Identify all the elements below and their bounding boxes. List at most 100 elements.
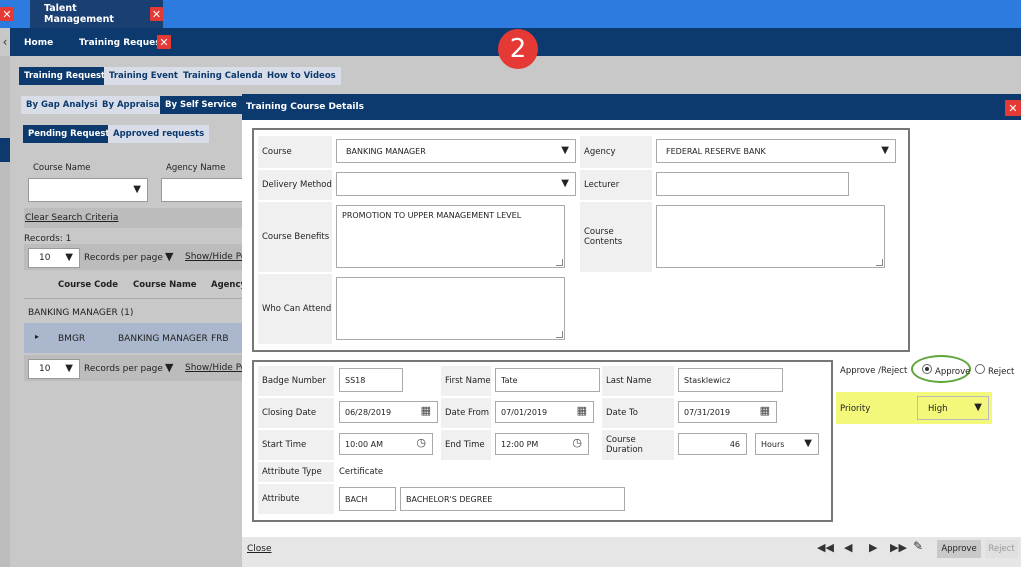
date-to-input[interactable]: 07/31/2019 ▦ bbox=[678, 401, 777, 423]
radio-dot bbox=[925, 367, 929, 371]
priority-select[interactable]: High ▼ bbox=[917, 396, 989, 420]
attribute-label: Attribute bbox=[258, 484, 334, 514]
agency-select[interactable]: FEDERAL RESERVE BANK ▼ bbox=[656, 139, 896, 163]
tab-pending-requests[interactable]: Pending Requests bbox=[23, 125, 120, 143]
delivery-method-select[interactable]: ▼ bbox=[336, 172, 576, 196]
column-agency[interactable]: Agency bbox=[211, 280, 246, 290]
priority-label: Priority bbox=[840, 404, 871, 414]
filter-appraisal[interactable]: By Appraisal bbox=[97, 96, 168, 114]
end-time-input[interactable]: 12:00 PM ◷ bbox=[495, 433, 589, 455]
reject-radio-label[interactable]: Reject bbox=[988, 367, 1014, 377]
approve-reject-label: Approve /Reject bbox=[840, 366, 908, 376]
course-label: Course bbox=[258, 136, 332, 168]
close-link[interactable]: Close bbox=[247, 544, 272, 554]
show-hide-link-bottom[interactable]: Show/Hide Po bbox=[185, 363, 246, 373]
attribute-desc-input[interactable]: BACHELOR'S DEGREE bbox=[400, 487, 625, 511]
filter-funnel-icon[interactable]: ▼ bbox=[165, 361, 173, 374]
course-benefits-value: PROMOTION TO UPPER MANAGEMENT LEVEL bbox=[342, 211, 522, 220]
closing-date-label: Closing Date bbox=[258, 398, 334, 428]
column-course-name[interactable]: Course Name bbox=[133, 280, 197, 290]
page-size-select-bottom[interactable]: 10 ▼ bbox=[28, 359, 80, 379]
course-select[interactable]: BANKING MANAGER ▼ bbox=[336, 139, 576, 163]
lecturer-input[interactable] bbox=[656, 172, 849, 196]
close-training-requests-icon[interactable]: ✕ bbox=[157, 35, 171, 49]
first-page-icon[interactable]: ◀◀ bbox=[817, 541, 834, 554]
tab-how-to-videos[interactable]: How to Videos bbox=[262, 67, 341, 85]
close-all-icon[interactable]: ✕ bbox=[0, 7, 14, 21]
course-name-select[interactable]: ▼ bbox=[28, 178, 148, 202]
tab-training-requests[interactable]: Training Requests bbox=[19, 67, 116, 85]
badge-number-label: Badge Number bbox=[258, 366, 334, 396]
date-from-input[interactable]: 07/01/2019 ▦ bbox=[495, 401, 594, 423]
calendar-icon[interactable]: ▦ bbox=[577, 404, 587, 417]
course-contents-textarea[interactable] bbox=[656, 205, 885, 268]
chevron-down-icon: ▼ bbox=[974, 402, 982, 413]
page-size-value: 10 bbox=[39, 253, 51, 263]
who-can-attend-textarea[interactable] bbox=[336, 277, 565, 340]
clear-search-link[interactable]: Clear Search Criteria bbox=[25, 213, 118, 223]
delivery-method-label: Delivery Method bbox=[258, 170, 332, 200]
resize-handle-icon[interactable] bbox=[876, 259, 883, 266]
approve-button[interactable]: Approve bbox=[937, 540, 981, 558]
page-size-select-top[interactable]: 10 ▼ bbox=[28, 248, 80, 268]
collapse-icon[interactable]: ‹ bbox=[0, 28, 10, 56]
first-name-input[interactable]: Tate bbox=[495, 368, 600, 392]
left-edge-marker bbox=[0, 138, 10, 162]
course-duration-input[interactable]: 46 bbox=[678, 433, 747, 455]
calendar-icon[interactable]: ▦ bbox=[760, 404, 770, 417]
start-time-label: Start Time bbox=[258, 430, 334, 460]
date-to-value: 07/31/2019 bbox=[684, 407, 731, 417]
attribute-code-input[interactable]: BACH bbox=[339, 487, 396, 511]
duration-unit-select[interactable]: Hours ▼ bbox=[755, 433, 819, 455]
filter-gap-analysis[interactable]: By Gap Analysis bbox=[21, 96, 108, 114]
records-count: Records: 1 bbox=[24, 234, 72, 244]
who-can-attend-label: Who Can Attend bbox=[258, 274, 332, 344]
group-header: BANKING MANAGER (1) bbox=[28, 308, 134, 318]
tab-training-events[interactable]: Training Events bbox=[104, 67, 189, 85]
close-tab-icon[interactable]: ✕ bbox=[150, 7, 163, 21]
start-time-input[interactable]: 10:00 AM ◷ bbox=[339, 433, 433, 455]
modal-close-icon[interactable]: ✕ bbox=[1005, 100, 1021, 116]
calendar-icon[interactable]: ▦ bbox=[421, 404, 431, 417]
expand-row-icon[interactable]: ▸ bbox=[35, 332, 39, 341]
resize-handle-icon[interactable] bbox=[556, 331, 563, 338]
chevron-down-icon: ▼ bbox=[804, 438, 812, 449]
badge-number-input[interactable]: SS18 bbox=[339, 368, 403, 392]
last-page-icon[interactable]: ▶▶ bbox=[890, 541, 907, 554]
edit-icon[interactable]: ✎ bbox=[913, 539, 923, 553]
agency-label: Agency bbox=[580, 136, 652, 168]
attribute-type-label: Attribute Type bbox=[258, 462, 334, 482]
previous-page-icon[interactable]: ◀ bbox=[844, 541, 852, 554]
tab-training-calendar[interactable]: Training Calendar bbox=[178, 67, 273, 85]
next-page-icon[interactable]: ▶ bbox=[869, 541, 877, 554]
course-name-label: Course Name bbox=[33, 163, 91, 173]
end-time-label: End Time bbox=[441, 430, 491, 460]
filter-funnel-icon[interactable]: ▼ bbox=[165, 250, 173, 263]
reject-radio[interactable] bbox=[975, 364, 985, 374]
modal-header: Training Course Details bbox=[242, 94, 1021, 120]
lecturer-label: Lecturer bbox=[580, 170, 652, 200]
course-contents-label: Course Contents bbox=[580, 202, 652, 272]
course-value: BANKING MANAGER bbox=[346, 146, 426, 156]
last-name-input[interactable]: Stasklewicz bbox=[678, 368, 783, 392]
clock-icon[interactable]: ◷ bbox=[416, 436, 426, 449]
reject-button[interactable]: Reject bbox=[985, 540, 1018, 558]
column-course-code[interactable]: Course Code bbox=[58, 280, 118, 290]
closing-date-input[interactable]: 06/28/2019 ▦ bbox=[339, 401, 438, 423]
resize-handle-icon[interactable] bbox=[556, 259, 563, 266]
approve-radio-label[interactable]: Approve bbox=[935, 367, 970, 377]
clock-icon[interactable]: ◷ bbox=[572, 436, 582, 449]
grid-divider bbox=[24, 298, 242, 299]
chevron-down-icon: ▼ bbox=[561, 145, 569, 156]
course-benefits-textarea[interactable]: PROMOTION TO UPPER MANAGEMENT LEVEL bbox=[336, 205, 565, 268]
end-time-value: 12:00 PM bbox=[501, 439, 539, 449]
tab-talent-management[interactable]: Talent Management ✕ bbox=[30, 0, 163, 28]
filter-self-service[interactable]: By Self Service bbox=[160, 96, 242, 114]
tab-approved-requests[interactable]: Approved requests bbox=[108, 125, 210, 143]
nav-home[interactable]: Home bbox=[24, 38, 53, 48]
first-name-label: First Name bbox=[441, 366, 491, 396]
show-hide-link-top[interactable]: Show/Hide Po bbox=[185, 252, 246, 262]
tab-talent-management-label: Talent Management bbox=[44, 3, 114, 25]
agency-name-select[interactable] bbox=[161, 178, 242, 202]
approve-radio[interactable] bbox=[922, 364, 932, 374]
